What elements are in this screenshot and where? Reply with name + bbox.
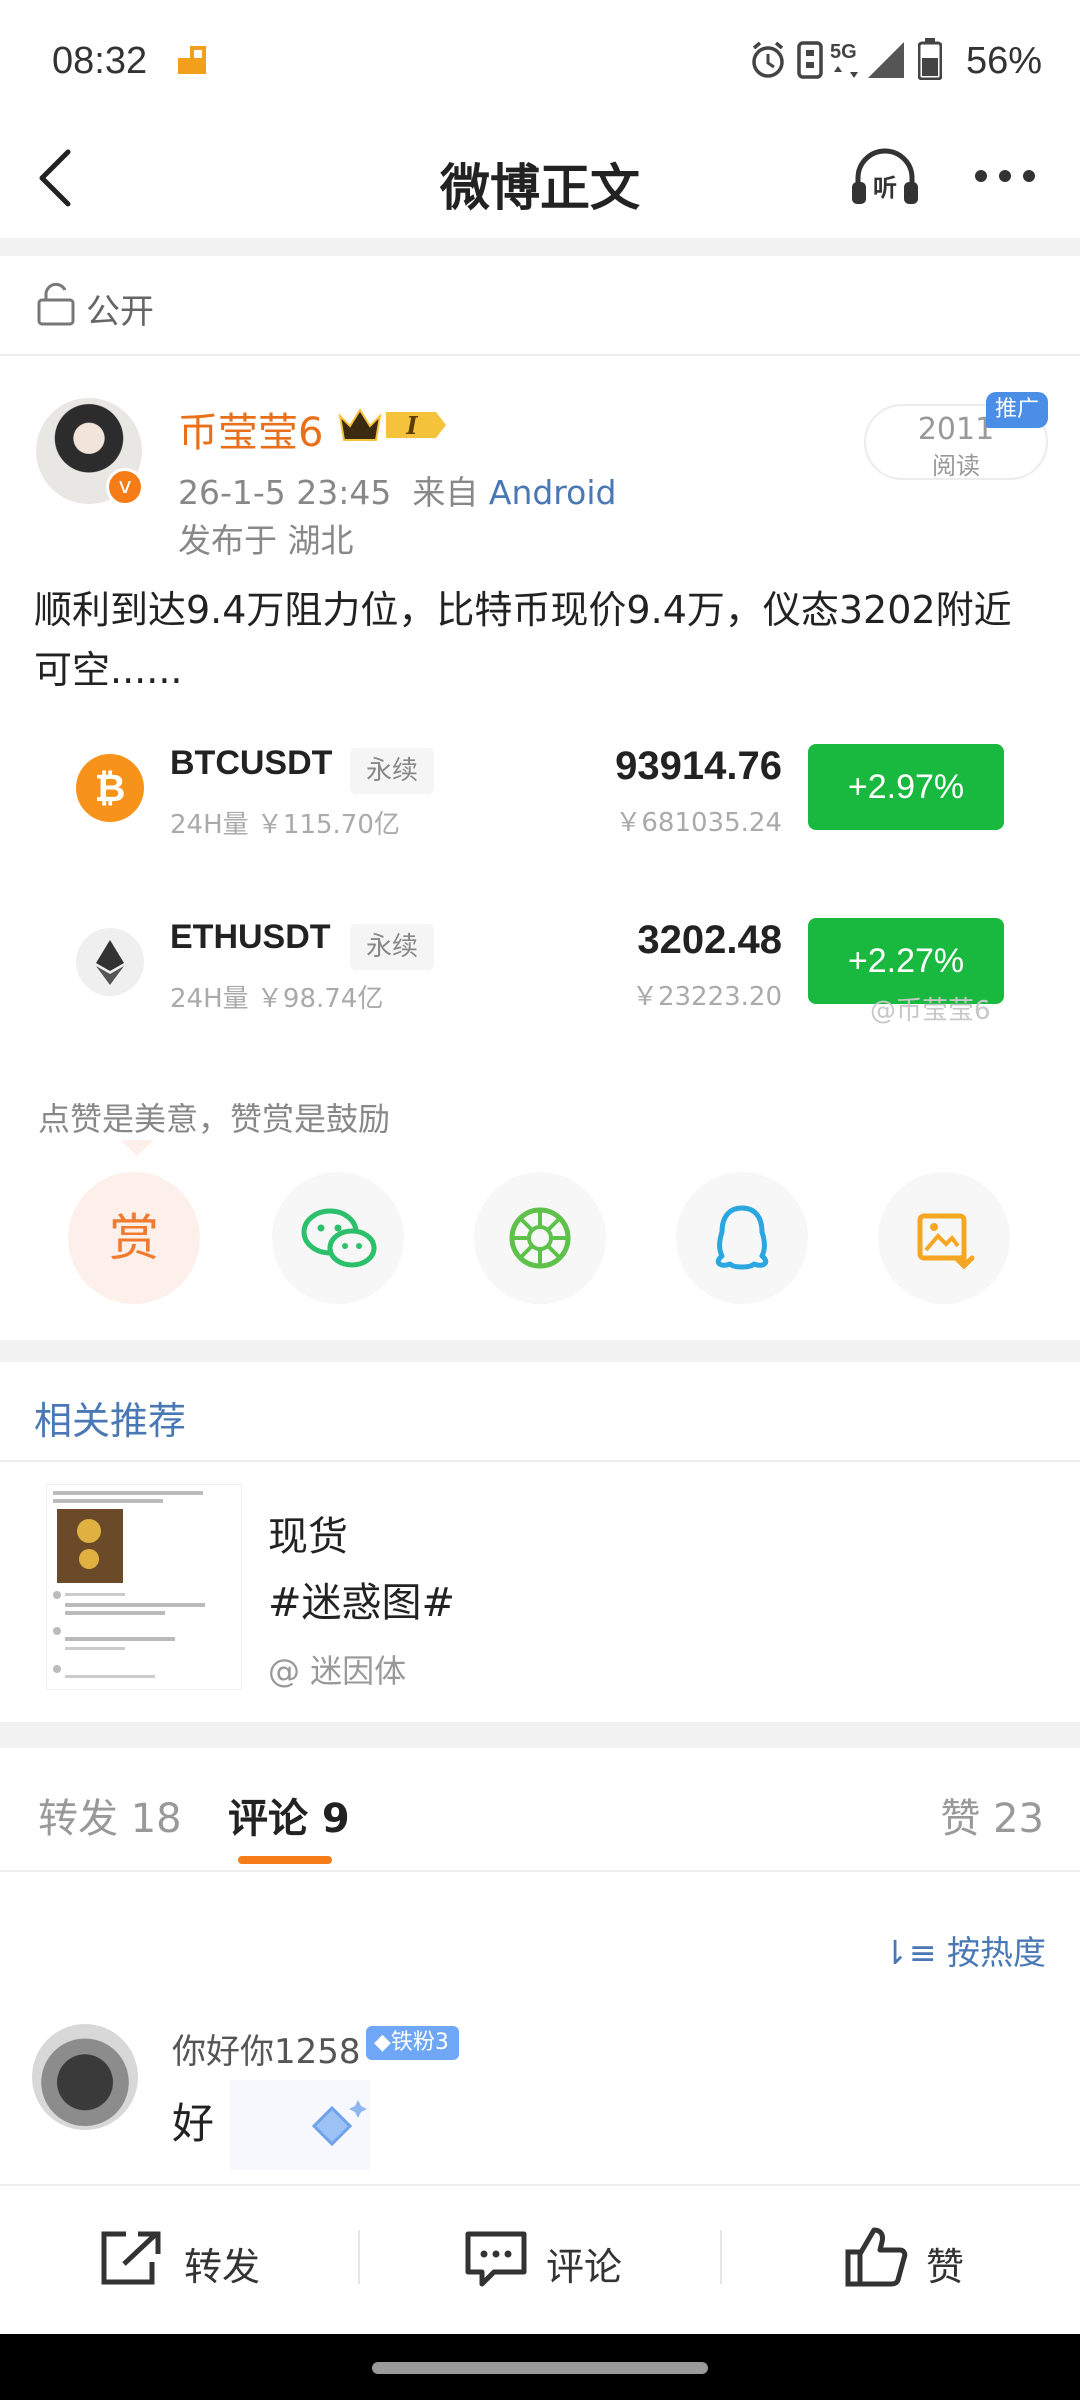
visibility-row xyxy=(0,258,1080,354)
bluetooth-data-icon xyxy=(797,41,823,79)
alarm-icon xyxy=(752,41,784,78)
like-button[interactable]: 赞 xyxy=(926,2236,964,2291)
post-body: 顺利到达9.4万阻力位，比特币现价9.4万，仪态3202附近可空...... xyxy=(34,588,1012,692)
status-time: 08:32 xyxy=(52,40,148,82)
active-tab-indicator xyxy=(238,1856,332,1864)
author-name[interactable]: 币莹莹6 xyxy=(178,400,323,458)
sort-label: 按热度 xyxy=(947,1933,1046,1972)
post-location: 发布于 湖北 xyxy=(178,521,354,560)
post-timestamp: 26-1-5 23:45 xyxy=(178,473,392,512)
qq-icon xyxy=(715,1205,769,1270)
related-thumbnail-image xyxy=(53,1491,205,1678)
image-watermark: @币莹莹6 xyxy=(870,996,991,1026)
ticker-price: 93914.76 xyxy=(615,744,782,788)
divider xyxy=(720,2230,722,2284)
notification-app-icon xyxy=(178,46,206,74)
tab-comment[interactable]: 评论 9 xyxy=(228,1786,350,1844)
post-meta: 26-1-5 23:45 来自 Android xyxy=(178,466,616,514)
comment-button[interactable]: 评论 xyxy=(546,2236,622,2291)
moments-icon xyxy=(509,1207,571,1269)
divider xyxy=(0,1340,1080,1362)
repost-button[interactable]: 转发 xyxy=(184,2236,260,2291)
related-section-title: 相关推荐 xyxy=(34,1399,187,1443)
comment-decoration-icon xyxy=(230,2080,370,2170)
diamond-icon: ◆ xyxy=(374,2030,391,2055)
tab-repost[interactable]: 转发 18 xyxy=(38,1786,182,1844)
comment-text: 好 xyxy=(172,2099,215,2148)
related-item-topic[interactable]: #迷惑图# xyxy=(268,1570,455,1628)
crown-member-icon: I xyxy=(338,408,446,441)
bitcoin-icon: ₿ xyxy=(76,754,144,822)
signal-icon xyxy=(868,42,904,78)
listen-headphones-icon[interactable]: 听 xyxy=(848,148,922,208)
svg-text:5G: 5G xyxy=(830,41,857,63)
share-qq-button[interactable] xyxy=(676,1172,808,1304)
ethereum-icon xyxy=(76,928,144,996)
ethereum-diamond-icon xyxy=(96,940,124,985)
home-indicator[interactable] xyxy=(372,2362,708,2374)
wechat-icon xyxy=(301,1208,377,1268)
commenter-name[interactable]: 你好你1258 xyxy=(172,2024,361,2073)
network-5g-icon: 5G xyxy=(830,41,858,78)
related-item-author[interactable]: @ 迷因体 xyxy=(268,1646,406,1692)
svg-text:听: 听 xyxy=(873,174,897,202)
ticker-type-badge: 永续 xyxy=(350,924,435,970)
weibo-post-page: 08:32 5G 56% 微博正文 听 公开 v 币莹莹6 I 26-1-5 2… xyxy=(0,0,1080,2400)
tooltip-pointer xyxy=(120,1140,154,1156)
verified-badge-icon: v xyxy=(106,468,144,506)
unlock-icon xyxy=(37,282,75,326)
repost-icon[interactable] xyxy=(98,2228,164,2288)
divider xyxy=(0,1870,1080,1872)
related-thumbnail[interactable] xyxy=(46,1484,242,1690)
sort-icon: ⇂≡ xyxy=(881,1933,937,1972)
visibility-label: 公开 xyxy=(86,292,154,332)
divider xyxy=(0,238,1080,256)
share-wechat-button[interactable] xyxy=(272,1172,404,1304)
fan-level-label: 铁粉3 xyxy=(390,2030,449,2055)
save-image-button[interactable] xyxy=(878,1172,1010,1304)
ticker-volume: 24H量 ￥115.70亿 xyxy=(170,810,400,840)
ticker-price-cny: ￥23223.20 xyxy=(631,982,782,1012)
commenter-avatar[interactable] xyxy=(32,2024,138,2130)
battery-percent: 56% xyxy=(965,40,1042,82)
ticker-symbol[interactable]: ETHUSDT xyxy=(170,918,331,957)
share-moments-button[interactable] xyxy=(474,1172,606,1304)
post-source[interactable]: Android xyxy=(489,473,617,512)
promoted-badge: 推广 xyxy=(986,392,1048,428)
ticker-price-cny: ￥681035.24 xyxy=(615,808,782,838)
source-prefix: 来自 xyxy=(412,473,479,512)
battery-icon xyxy=(918,38,942,80)
like-thumb-icon[interactable] xyxy=(844,2224,908,2288)
read-label: 阅读 xyxy=(932,452,980,480)
comment-icon[interactable] xyxy=(464,2228,528,2288)
sort-button[interactable]: ⇂≡ 按热度 xyxy=(881,1926,1046,1974)
tip-button[interactable]: 赏 xyxy=(68,1172,200,1304)
ticker-change-button[interactable]: +2.97% xyxy=(808,744,1004,830)
tip-label: 赏 xyxy=(109,1209,159,1267)
ticker-volume: 24H量 ￥98.74亿 xyxy=(170,984,384,1014)
ticker-symbol[interactable]: BTCUSDT xyxy=(170,744,332,783)
divider xyxy=(358,2230,360,2284)
svg-text:I: I xyxy=(405,411,418,440)
encourage-text: 点赞是美意，赞赏是鼓励 xyxy=(38,1100,391,1138)
divider xyxy=(0,1722,1080,1748)
more-options-icon[interactable] xyxy=(972,164,1038,188)
divider xyxy=(0,1460,1080,1462)
ticker-type-badge: 永续 xyxy=(350,748,435,794)
related-item-title[interactable]: 现货 xyxy=(268,1504,348,1562)
divider xyxy=(0,354,1080,356)
tab-like[interactable]: 赞 23 xyxy=(940,1786,1044,1844)
ticker-price: 3202.48 xyxy=(637,918,782,962)
fan-level-badge: ◆铁粉3 xyxy=(366,2026,459,2060)
save-image-icon xyxy=(917,1213,975,1270)
